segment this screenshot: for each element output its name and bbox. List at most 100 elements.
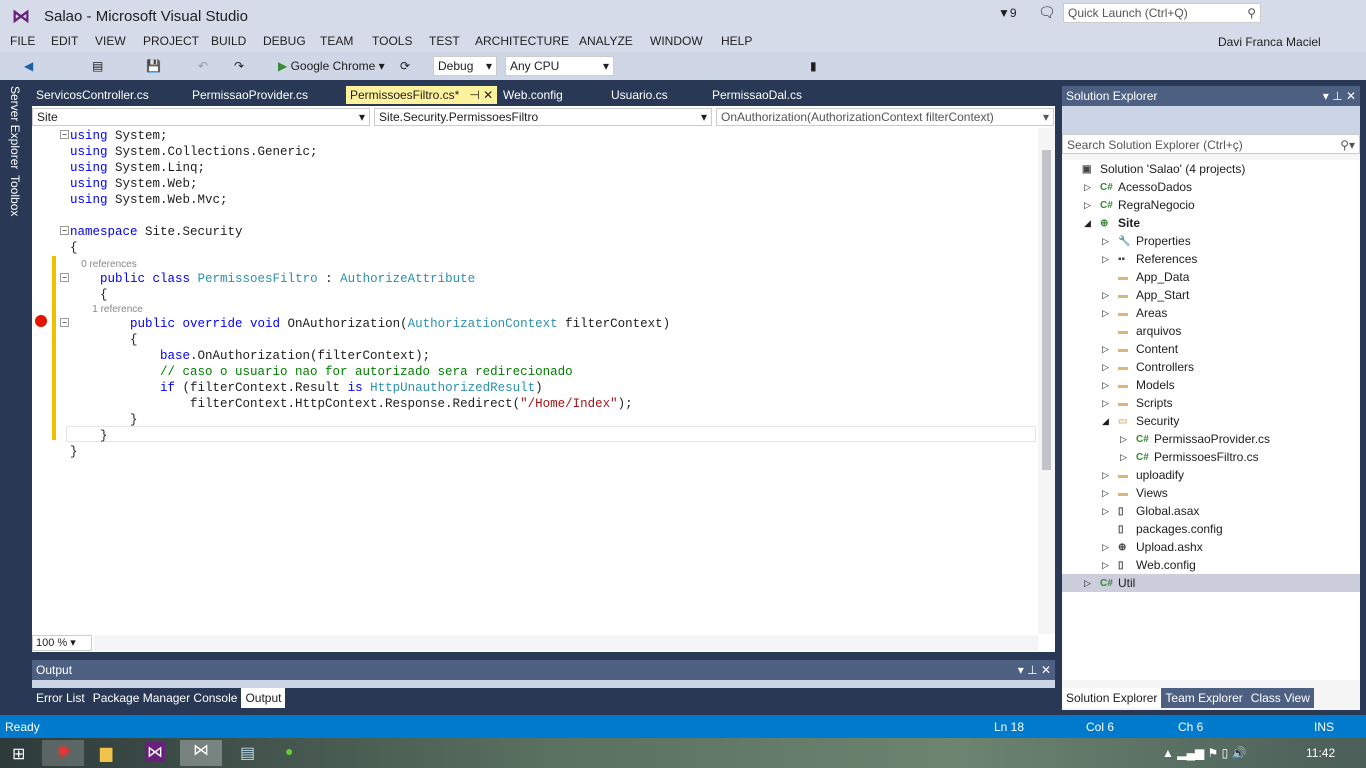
menu-window[interactable]: WINDOW [650, 34, 703, 48]
user-name[interactable]: Davi Franca Maciel [1218, 35, 1321, 49]
side-tab-toolbox[interactable]: Toolbox [8, 175, 22, 216]
zoom-select[interactable]: 100 % ▾ [32, 635, 92, 651]
menu-test[interactable]: TEST [429, 34, 460, 48]
tree-item[interactable]: ▷ C# RegraNegocio [1062, 196, 1360, 214]
tab-4[interactable]: Usuario.cs [607, 86, 672, 104]
se-tab-2[interactable]: Class View [1246, 688, 1314, 708]
menu-file[interactable]: FILE [10, 34, 35, 48]
horizontal-scrollbar[interactable] [94, 635, 1038, 651]
collapsed-icon[interactable]: ▷ [1102, 290, 1109, 301]
tree-item[interactable]: ▷ ▯ Web.config [1062, 556, 1360, 574]
back-icon[interactable]: ◀ [24, 56, 33, 76]
collapsed-icon[interactable]: ▷ [1102, 506, 1109, 517]
run-button[interactable]: ▶ Google Chrome ▾ [278, 56, 385, 76]
tree-item[interactable]: ▯ packages.config [1062, 520, 1360, 538]
tree-item[interactable]: ▬ arquivos [1062, 322, 1360, 340]
vertical-scrollbar[interactable] [1038, 128, 1055, 634]
collapsed-icon[interactable]: ▷ [1102, 380, 1109, 391]
collapsed-icon[interactable]: ▷ [1102, 542, 1109, 553]
menu-help[interactable]: HELP [721, 34, 752, 48]
output-tab-1[interactable]: Package Manager Console [89, 688, 242, 708]
collapsed-icon[interactable]: ▷ [1102, 560, 1109, 571]
tab-5[interactable]: PermissaoDal.cs [708, 86, 806, 104]
code-editor[interactable]: Site ▾ Site.Security.PermissoesFiltro ▾ On… [32, 106, 1055, 652]
tree-item[interactable]: ▷ C# PermissoesFiltro.cs [1062, 448, 1360, 466]
se-tab-1[interactable]: Team Explorer [1161, 688, 1247, 708]
solution-search-input[interactable]: Search Solution Explorer (Ctrl+ç) ⚲▾ [1062, 134, 1360, 154]
collapsed-icon[interactable]: ▷ [1102, 398, 1109, 409]
collapsed-icon[interactable]: ▷ [1084, 200, 1091, 211]
tree-item[interactable]: ▬ App_Data [1062, 268, 1360, 286]
tree-item[interactable]: ▷ ▬ Scripts [1062, 394, 1360, 412]
menu-view[interactable]: VIEW [95, 34, 126, 48]
tree-item[interactable]: ▷ C# PermissaoProvider.cs [1062, 430, 1360, 448]
windows-start-icon[interactable]: ⊞ [12, 744, 25, 764]
app-icon[interactable]: ● [285, 743, 293, 759]
collapsed-icon[interactable]: ▷ [1102, 470, 1109, 481]
menu-build[interactable]: BUILD [211, 34, 246, 48]
side-tab-server-explorer[interactable]: Server Explorer [8, 86, 22, 169]
member-nav-select[interactable]: OnAuthorization(AuthorizationContext fil… [716, 108, 1054, 126]
collapse-icon[interactable]: − [60, 226, 69, 235]
project-nav-select[interactable]: Site ▾ [32, 108, 370, 126]
collapse-icon[interactable]: − [60, 273, 69, 282]
save-icon[interactable]: 💾 [146, 56, 161, 76]
tree-item[interactable]: ▷ C# Util [1062, 574, 1360, 592]
bookmark-icon[interactable]: ▮ [810, 56, 817, 76]
expanded-icon[interactable]: ◢ [1084, 218, 1091, 229]
expanded-icon[interactable]: ◢ [1102, 416, 1109, 427]
config-select[interactable]: Debug ▾ [433, 56, 497, 76]
menu-team[interactable]: TEAM [320, 34, 353, 48]
output-tab-2[interactable]: Output [241, 688, 286, 708]
tree-item[interactable]: ▷ ▬ Areas [1062, 304, 1360, 322]
file-explorer-icon[interactable]: ▆ [100, 743, 112, 763]
collapsed-icon[interactable]: ▷ [1102, 362, 1109, 373]
tree-item[interactable]: ▷ ▬ Views [1062, 484, 1360, 502]
tree-item[interactable]: ▷ ⊕ Upload.ashx [1062, 538, 1360, 556]
collapsed-icon[interactable]: ▷ [1120, 434, 1127, 445]
tab-1[interactable]: PermissaoProvider.cs [188, 86, 312, 104]
collapsed-icon[interactable]: ▷ [1102, 254, 1109, 265]
breakpoint-icon[interactable] [35, 315, 47, 327]
tab-3[interactable]: Web.config [499, 86, 567, 104]
tree-item[interactable]: ▷ ▯ Global.asax [1062, 502, 1360, 520]
tree-item[interactable]: ◢ ⊕ Site [1062, 214, 1360, 232]
pin-close-icon[interactable]: ⊣ ✕ [469, 88, 493, 102]
menu-edit[interactable]: EDIT [51, 34, 78, 48]
chrome-icon[interactable]: ◉ [42, 740, 84, 766]
clock[interactable]: 11:42 [1306, 746, 1335, 760]
refresh-icon[interactable]: ⟳ [400, 56, 410, 76]
visual-studio-active-icon[interactable]: ⋈ [180, 740, 222, 766]
tree-item[interactable]: ▷ ▪▪ References [1062, 250, 1360, 268]
tree-item[interactable]: ▷ C# AcessoDados [1062, 178, 1360, 196]
quick-launch-input[interactable]: Quick Launch (Ctrl+Q) ⚲ [1063, 3, 1261, 23]
tab-0[interactable]: ServicosController.cs [32, 86, 153, 104]
menu-project[interactable]: PROJECT [143, 34, 199, 48]
collapse-icon[interactable]: − [60, 318, 69, 327]
menu-debug[interactable]: DEBUG [263, 34, 306, 48]
output-tab-0[interactable]: Error List [32, 688, 89, 708]
platform-select[interactable]: Any CPU ▾ [505, 56, 614, 76]
menu-analyze[interactable]: ANALYZE [579, 34, 633, 48]
menu-tools[interactable]: TOOLS [372, 34, 412, 48]
collapsed-icon[interactable]: ▷ [1102, 488, 1109, 499]
collapsed-icon[interactable]: ▷ [1102, 344, 1109, 355]
tray-icons[interactable]: ▲ ▂▄▆ ⚑ ▯ 🔊 [1162, 746, 1246, 760]
menu-architecture[interactable]: ARCHITECTURE [475, 34, 569, 48]
collapsed-icon[interactable]: ▷ [1084, 182, 1091, 193]
feedback-icon[interactable]: 🗨 [1038, 4, 1056, 21]
undo-icon[interactable]: ↶ [198, 56, 208, 76]
new-project-icon[interactable]: ▤ [92, 56, 103, 76]
collapsed-icon[interactable]: ▷ [1120, 452, 1127, 463]
collapsed-icon[interactable]: ▷ [1084, 578, 1091, 589]
se-tab-0[interactable]: Solution Explorer [1062, 688, 1162, 708]
type-nav-select[interactable]: Site.Security.PermissoesFiltro ▾ [374, 108, 712, 126]
close-icon[interactable]: ▾ ⊥ ✕ [1323, 89, 1356, 103]
tree-item[interactable]: ▷ ▬ Content [1062, 340, 1360, 358]
collapsed-icon[interactable]: ▷ [1102, 236, 1109, 247]
collapse-icon[interactable]: − [60, 130, 69, 139]
tree-item[interactable]: ▷ 🔧 Properties [1062, 232, 1360, 250]
tree-item[interactable]: ▣ Solution 'Salao' (4 projects) [1062, 160, 1360, 178]
reference-count[interactable]: 0 references [70, 259, 137, 270]
tree-item[interactable]: ▷ ▬ Controllers [1062, 358, 1360, 376]
